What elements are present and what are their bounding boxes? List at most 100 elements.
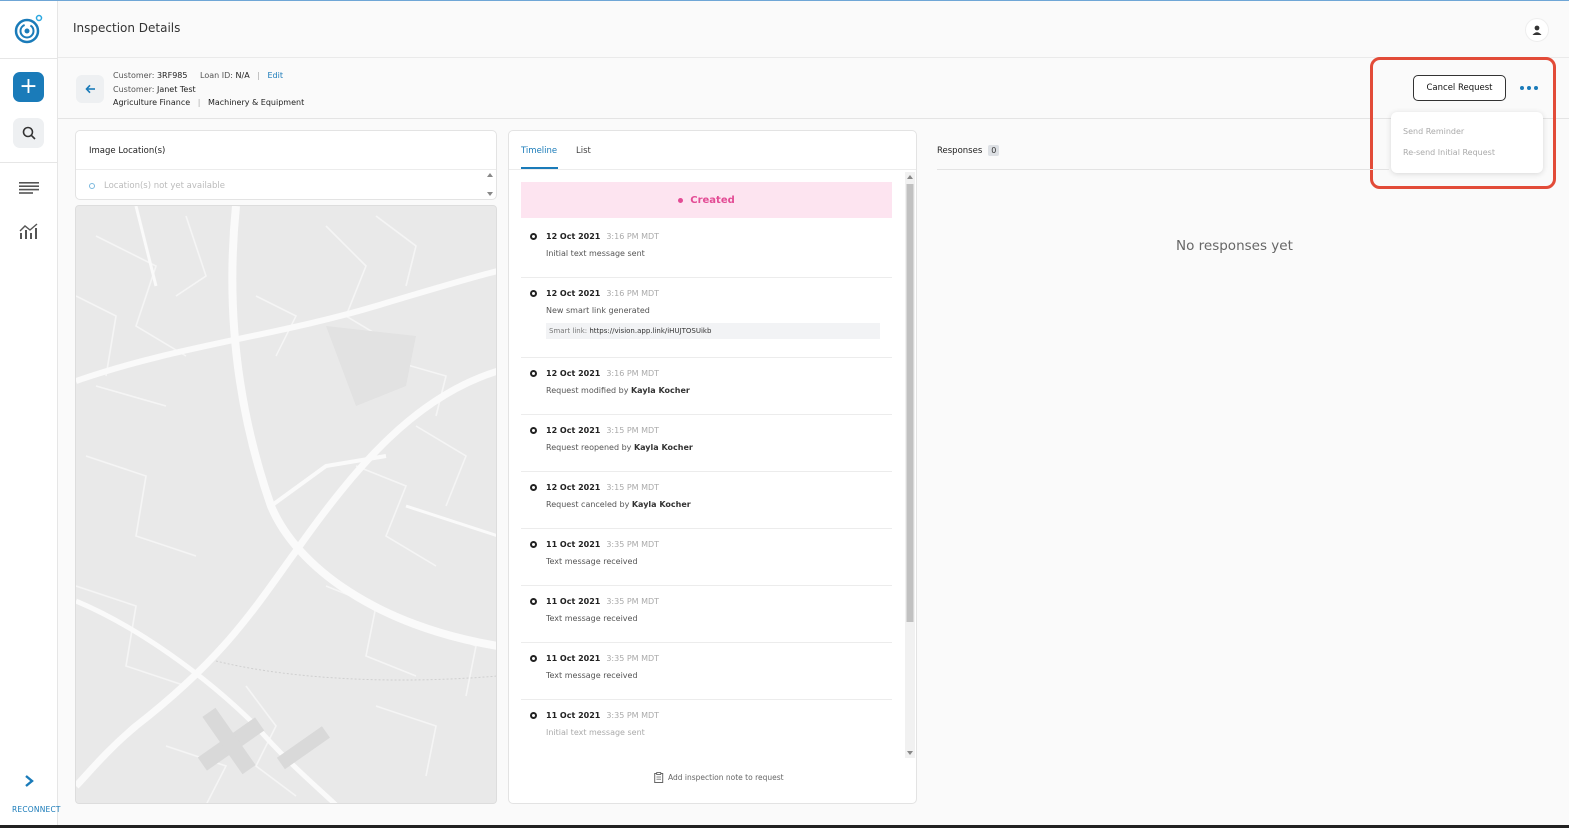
smart-link-label: Smart link:: [549, 327, 588, 335]
timeline-bullet-icon: [530, 233, 537, 240]
page-header: Inspection Details: [58, 1, 1569, 58]
event-text: Initial text message sent: [546, 728, 645, 737]
event-text: New smart link generated: [546, 306, 650, 315]
status-dot-icon: [678, 197, 684, 203]
no-responses-text: No responses yet: [1176, 238, 1293, 254]
event-date: 11 Oct 2021 3:35 PM MDT: [546, 597, 660, 606]
timeline-bullet-icon: [530, 427, 537, 434]
divider: [509, 169, 916, 170]
image-locations-title: Image Location(s): [89, 146, 166, 156]
expand-sidebar-chevron-icon[interactable]: [22, 773, 36, 789]
responses-title: Responses: [937, 145, 983, 156]
search-icon: [22, 126, 36, 140]
event-time: 3:15 PM MDT: [606, 483, 660, 492]
add-request-button[interactable]: +: [13, 72, 44, 102]
map-roads-graphic: [76, 206, 496, 803]
arrow-left-icon: [84, 84, 95, 94]
event-text: Request modified by Kayla Kocher: [546, 386, 690, 395]
add-note-label: Add inspection note to request: [668, 773, 784, 782]
sidebar-divider: [0, 58, 57, 59]
event-text: Initial text message sent: [546, 249, 645, 258]
event-date: 11 Oct 2021 3:35 PM MDT: [546, 654, 660, 663]
location-dot-icon: [89, 183, 95, 189]
user-icon: [1532, 25, 1542, 35]
highlight-annotation: [1370, 57, 1556, 189]
request-info: Customer: 3RF985 Loan ID: N/A | Edit Cus…: [113, 69, 304, 110]
event-date: 12 Oct 2021 3:15 PM MDT: [546, 483, 660, 492]
event-time: 3:15 PM MDT: [606, 426, 660, 435]
page-title: Inspection Details: [73, 21, 181, 35]
event-time: 3:16 PM MDT: [606, 369, 660, 378]
locations-scrollbar[interactable]: [485, 170, 495, 199]
sidebar: + RECONNECT: [0, 1, 61, 825]
user-account-button[interactable]: [1525, 18, 1549, 42]
timeline-bullet-icon: [530, 484, 537, 491]
timeline-event: 12 Oct 2021 3:15 PM MDT Request reopened …: [521, 421, 892, 472]
timeline-event: 11 Oct 2021 3:35 PM MDT Initial text mess…: [521, 706, 892, 754]
tab-list[interactable]: List: [576, 146, 591, 156]
event-time: 3:35 PM MDT: [606, 711, 660, 720]
smart-link-url[interactable]: https://vision.app.link/iHUJTOSUikb: [589, 327, 711, 335]
timeline-panel: Timeline List Created 12 Oct 2021 3:16 PM…: [508, 130, 917, 804]
event-time: 3:35 PM MDT: [606, 654, 660, 663]
timeline-event: 11 Oct 2021 3:35 PM MDT Text message rece…: [521, 649, 892, 700]
event-date: 12 Oct 2021 3:16 PM MDT: [546, 289, 660, 298]
timeline-event: 11 Oct 2021 3:35 PM MDT Text message rece…: [521, 535, 892, 586]
event-time: 3:35 PM MDT: [606, 540, 660, 549]
event-time: 3:16 PM MDT: [606, 232, 660, 241]
timeline-event: 12 Oct 2021 3:16 PM MDT Request modified …: [521, 364, 892, 415]
event-date: 12 Oct 2021 3:16 PM MDT: [546, 232, 660, 241]
loan-id-value: N/A: [235, 71, 250, 80]
event-text: Text message received: [546, 557, 638, 566]
status-text: Created: [690, 194, 735, 206]
timeline-scrollbar[interactable]: [905, 172, 915, 758]
smart-link-box: Smart link: https://vision.app.link/iHUJ…: [546, 323, 880, 339]
plus-icon: +: [19, 74, 38, 99]
timeline-event: 12 Oct 2021 3:16 PM MDT New smart link ge…: [521, 284, 892, 358]
divider: [937, 169, 1389, 170]
sidebar-divider: [0, 162, 57, 163]
event-date: 11 Oct 2021 3:35 PM MDT: [546, 711, 660, 720]
image-locations-panel: Image Location(s) Location(s) not yet av…: [75, 130, 497, 200]
timeline-bullet-icon: [530, 655, 537, 662]
event-date: 12 Oct 2021 3:16 PM MDT: [546, 369, 660, 378]
responses-header: Responses 0: [937, 145, 1000, 156]
customer-id-value: 3RF985: [156, 71, 188, 80]
app-logo-icon[interactable]: [13, 14, 43, 46]
timeline-bullet-icon: [530, 712, 537, 719]
request-info-bar: Customer: 3RF985 Loan ID: N/A | Edit Cus…: [58, 58, 1569, 119]
event-actor: Kayla Kocher: [631, 500, 691, 509]
category-value: Agriculture Finance: [113, 98, 191, 107]
event-date: 11 Oct 2021 3:35 PM MDT: [546, 540, 660, 549]
event-date: 12 Oct 2021 3:15 PM MDT: [546, 426, 660, 435]
customer-name-value: Janet Test: [156, 84, 196, 94]
search-button[interactable]: [13, 118, 44, 148]
analytics-chart-icon: [19, 223, 37, 239]
separator: |: [257, 71, 260, 80]
timeline-bullet-icon: [530, 541, 537, 548]
customer-name-label: Customer:: [113, 84, 155, 94]
tab-timeline[interactable]: Timeline: [521, 146, 557, 156]
customer-id-label: Customer:: [113, 71, 155, 80]
timeline-bullet-icon: [530, 598, 537, 605]
list-lines-icon: [18, 182, 39, 194]
responses-count-badge: 0: [988, 145, 1000, 156]
analytics-button[interactable]: [18, 223, 39, 239]
timeline-bullet-icon: [530, 290, 537, 297]
event-text: Request canceled by Kayla Kocher: [546, 500, 691, 509]
event-time: 3:16 PM MDT: [606, 289, 660, 298]
requests-list-button[interactable]: [18, 180, 39, 196]
timeline-event: 12 Oct 2021 3:16 PM MDT Initial text mess…: [521, 227, 892, 278]
event-time: 3:35 PM MDT: [606, 597, 660, 606]
back-button[interactable]: [76, 75, 104, 103]
event-text: Request reopened by Kayla Kocher: [546, 443, 693, 452]
status-banner: Created: [521, 182, 892, 218]
event-text: Text message received: [546, 671, 638, 680]
note-icon: [654, 772, 664, 783]
loan-id-label: Loan ID:: [200, 71, 233, 80]
event-text: Text message received: [546, 614, 638, 623]
location-map[interactable]: [75, 205, 497, 804]
edit-link[interactable]: Edit: [268, 71, 284, 80]
add-note-button[interactable]: Add inspection note to request: [654, 772, 784, 783]
reconnect-label[interactable]: RECONNECT: [12, 805, 61, 814]
